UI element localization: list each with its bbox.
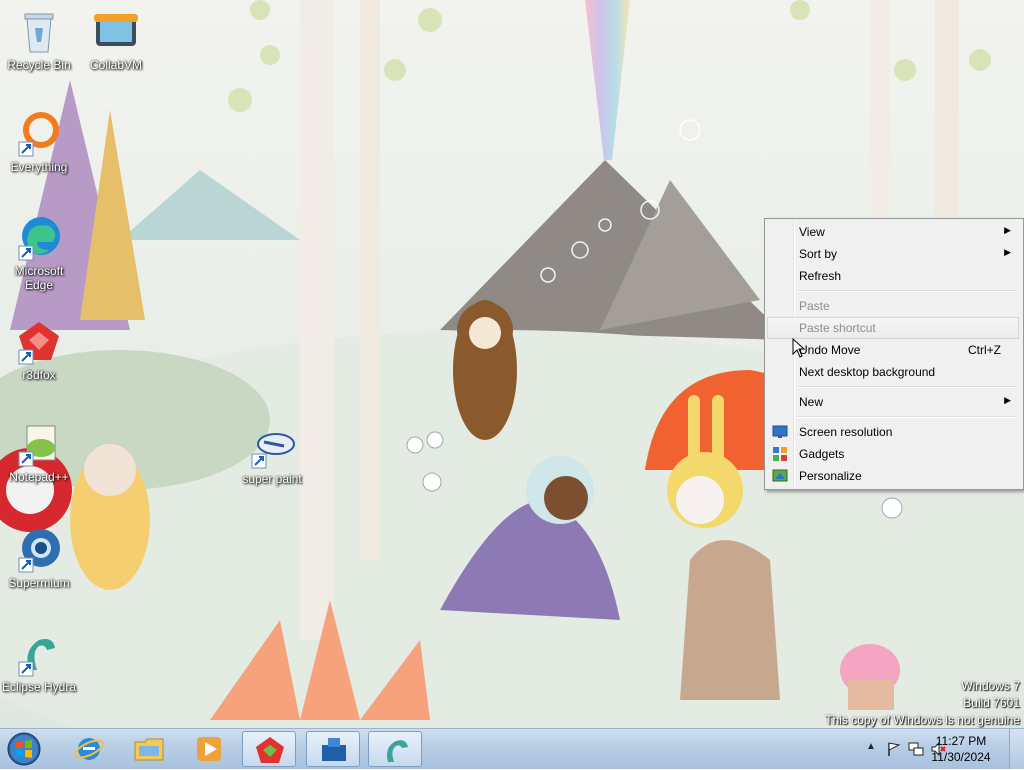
personalize-icon [772, 469, 788, 482]
taskbar: ▲ 11:27 PM 11/30/2024 [0, 728, 1024, 769]
r3dfox-icon [18, 322, 59, 365]
internet-explorer-icon [74, 738, 104, 760]
desktop-icon-collabvm[interactable]: CollabVM [78, 8, 154, 72]
media-player-icon [197, 737, 221, 761]
build-number-line: Build 7601 [963, 696, 1020, 710]
menu-item-shortcut: Ctrl+Z [968, 343, 1001, 357]
taskbar-r3dfox[interactable] [242, 731, 296, 767]
collabvm-icon [94, 14, 138, 46]
taskbar-media-player[interactable] [182, 731, 236, 767]
menu-item-paste-shortcut[interactable]: Paste shortcut [767, 317, 1019, 339]
menu-item-label: Next desktop background [799, 365, 936, 379]
genuine-warning-line: This copy of Windows is not genuine [825, 713, 1020, 727]
menu-item-next-desktop-background[interactable]: Next desktop background [767, 361, 1019, 383]
desktop-icon-label: Eclipse Hydra [1, 680, 77, 694]
submenu-arrow-icon: ▶ [1004, 395, 1011, 405]
clock-date: 11/30/2024 [931, 750, 991, 764]
desktop-icon-eclipse-hydra[interactable]: Eclipse Hydra [1, 630, 77, 694]
desktop-icon-label: super paint [242, 472, 302, 486]
show-desktop-button[interactable] [1009, 729, 1024, 769]
desktop[interactable]: Recycle Bin CollabVM Everything Microsof… [0, 0, 1024, 728]
desktop-icon-label: Recycle Bin [7, 58, 71, 72]
submenu-arrow-icon: ▶ [1004, 247, 1011, 257]
desktop-icon-label: Notepad++ [9, 470, 69, 484]
windows-explorer-icon [134, 738, 164, 761]
screen-resolution-icon [772, 425, 788, 438]
network-icon[interactable] [908, 741, 924, 757]
taskbar-app[interactable] [306, 731, 360, 767]
taskbar-eclipse-hydra[interactable] [368, 731, 422, 767]
menu-item-label: Sort by [799, 247, 838, 261]
start-button[interactable] [4, 731, 50, 767]
edge-icon [18, 217, 60, 261]
menu-item-label: Gadgets [799, 447, 845, 461]
menu-separator [797, 290, 1017, 292]
menu-item-label: New [799, 395, 824, 409]
menu-item-label: Paste [799, 299, 830, 313]
desktop-icon-super-paint[interactable]: super paint [234, 422, 310, 486]
desktop-icon-supermium[interactable]: Supermium [1, 526, 77, 590]
recycle-bin-icon [24, 13, 54, 53]
mouse-cursor-icon [792, 338, 806, 358]
menu-item-view[interactable]: View ▶ [767, 221, 1019, 243]
menu-item-new[interactable]: New ▶ [767, 391, 1019, 413]
taskbar-windows-explorer[interactable] [122, 731, 176, 767]
desktop-icon-recycle-bin[interactable]: Recycle Bin [1, 8, 77, 72]
windows-orb-icon [7, 732, 41, 766]
menu-item-personalize[interactable]: Personalize [767, 465, 1019, 487]
menu-separator [797, 416, 1017, 418]
menu-item-paste[interactable]: Paste [767, 295, 1019, 317]
r3dfox-task-icon [256, 737, 284, 763]
desktop-icon-label: Supermium [8, 576, 70, 590]
menu-item-label: View [799, 225, 825, 239]
desktop-icon-label: CollabVM [89, 58, 143, 72]
windows-version-line: Windows 7 [961, 679, 1020, 693]
desktop-icon-notepadpp[interactable]: Notepad++ [1, 420, 77, 484]
menu-separator [797, 386, 1017, 388]
everything-icon [18, 112, 59, 157]
notepadpp-icon [18, 425, 56, 467]
menu-item-label: Refresh [799, 269, 842, 283]
gadgets-icon [773, 447, 787, 461]
desktop-icon-r3dfox[interactable]: r3dfox [1, 318, 77, 382]
eclipse-hydra-icon [18, 639, 55, 677]
desktop-icon-microsoft-edge[interactable]: Microsoft Edge [1, 214, 77, 292]
notification-area: ▲ 11:27 PM 11/30/2024 [840, 729, 1024, 769]
menu-item-label: Screen resolution [799, 425, 893, 439]
menu-item-gadgets[interactable]: Gadgets [767, 443, 1019, 465]
desktop-icon-label: r3dfox [22, 368, 56, 382]
action-center-flag-icon[interactable] [886, 741, 902, 757]
submenu-arrow-icon: ▶ [1004, 225, 1011, 235]
desktop-icon-everything[interactable]: Everything [1, 110, 77, 174]
eclipse-hydra-task-icon [387, 740, 408, 762]
app-task-icon [322, 738, 346, 761]
show-hidden-icons-icon[interactable]: ▲ [866, 741, 882, 757]
menu-item-refresh[interactable]: Refresh [767, 265, 1019, 287]
menu-item-label: Personalize [799, 469, 862, 483]
supermium-icon [18, 529, 60, 573]
clock-time: 11:27 PM [935, 734, 987, 748]
menu-item-sort-by[interactable]: Sort by ▶ [767, 243, 1019, 265]
desktop-icon-label: Microsoft Edge [14, 264, 64, 292]
menu-item-label: Paste shortcut [799, 321, 876, 335]
menu-item-label: Undo Move [799, 343, 861, 357]
menu-item-screen-resolution[interactable]: Screen resolution [767, 421, 1019, 443]
taskbar-internet-explorer[interactable] [62, 731, 116, 767]
system-clock[interactable]: 11:27 PM 11/30/2024 [926, 733, 996, 765]
super-paint-icon [251, 433, 295, 469]
desktop-icon-label: Everything [10, 160, 68, 174]
